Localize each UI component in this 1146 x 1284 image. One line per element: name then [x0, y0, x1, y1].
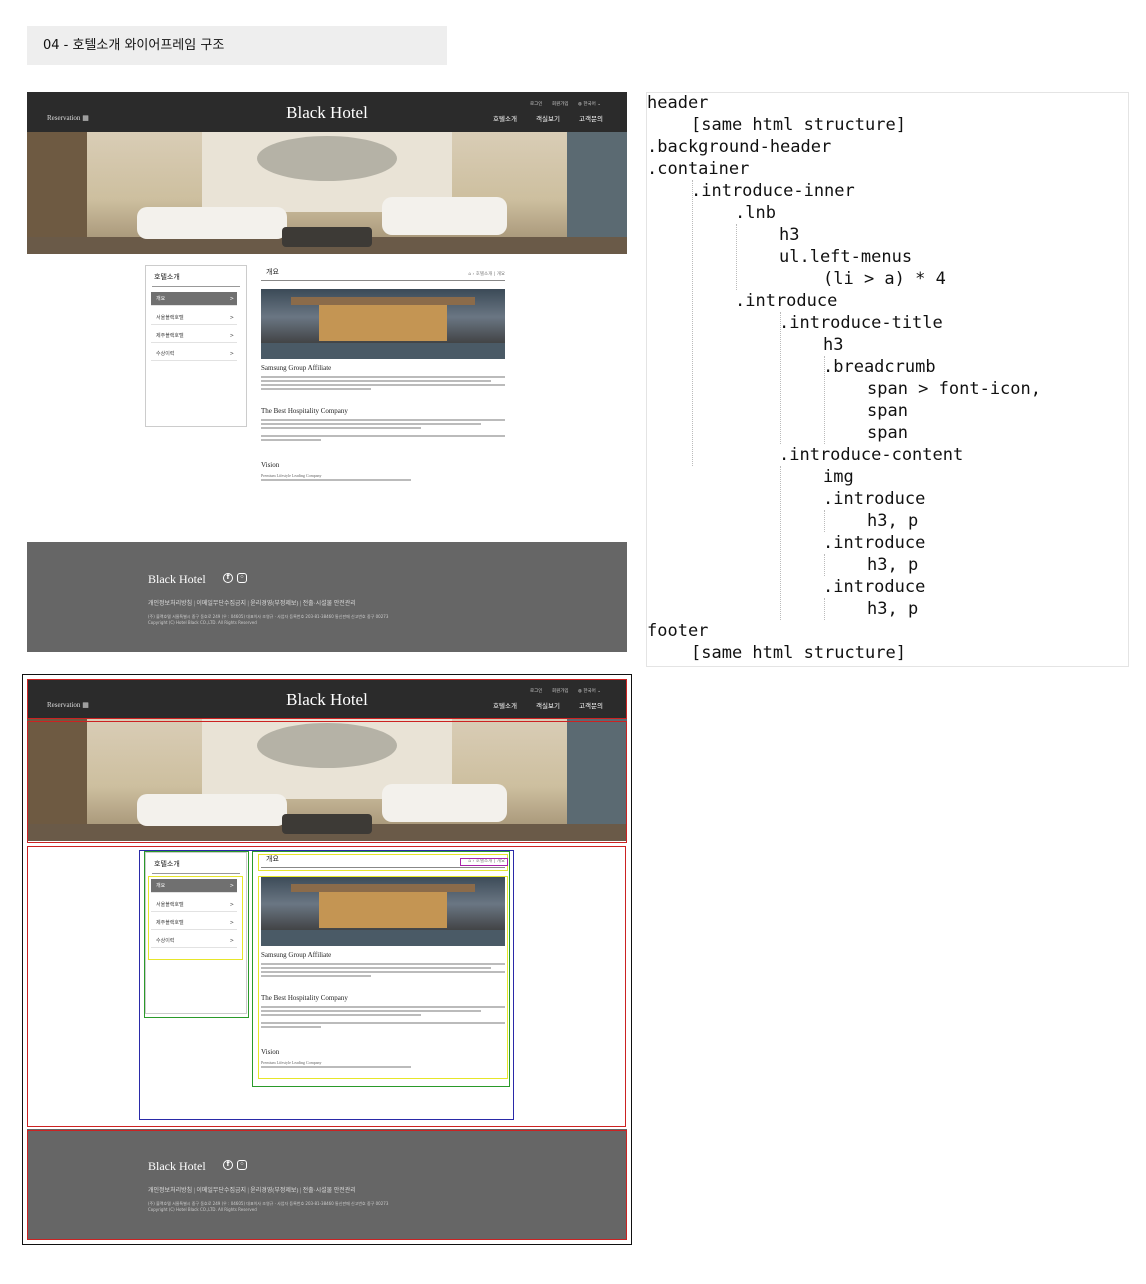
lnb-item-seoul[interactable]: 서울블랙호텔 > [151, 311, 237, 325]
code-line: .introduce [823, 577, 926, 597]
code-line: .introduce-content [779, 445, 964, 465]
code-line: .breadcrumb [823, 357, 936, 377]
home-icon: ⌂ [468, 272, 472, 277]
box-introduce-content [258, 876, 508, 1079]
instagram-icon[interactable]: ◦ [237, 573, 247, 583]
vision-subtitle: Premium Lifestyle Leading Company [261, 473, 322, 478]
lnb-item-jeju[interactable]: 제주블랙호텔 > [151, 329, 237, 343]
hero-image [27, 132, 627, 254]
facebook-icon[interactable]: f [223, 573, 233, 583]
nav-item-rooms[interactable]: 객실보기 [536, 113, 560, 123]
chevron-right-icon: > [229, 315, 234, 321]
code-line: h3 [779, 225, 800, 245]
box-background-header [27, 721, 627, 843]
box-left-menus [148, 876, 243, 960]
box-breadcrumb [460, 858, 508, 866]
code-line: h3 [823, 335, 844, 355]
site-footer: Black Hotel f ◦ 개인정보처리방침 | 이메일무단수집금지 | 윤… [27, 542, 627, 652]
indent-guide [824, 356, 825, 444]
code-line: .background-header [647, 137, 832, 157]
code-line: .introduce [735, 291, 838, 311]
code-line: footer [647, 621, 709, 641]
indent-guide [692, 180, 693, 466]
footer-address: (주) 블랙호텔 서울특별시 중구 동호로 249 (우 : 04605) 대표… [148, 614, 389, 625]
code-line: ul.left-menus [779, 247, 913, 267]
indent-guide [824, 510, 825, 532]
hotel-exterior-image [261, 289, 505, 359]
chevron-right-icon: > [229, 296, 234, 302]
footer-links[interactable]: 개인정보처리방침 | 이메일무단수집금지 | 윤리경영(부정제보) | 전출·시… [148, 598, 356, 607]
indent-guide [824, 554, 825, 576]
breadcrumb: ⌂ › 호텔소개 | 개요 [468, 272, 505, 277]
language-selector[interactable]: ◍ 한국어 ⌄ [578, 101, 601, 107]
code-line: span [867, 423, 908, 443]
code-line: img [823, 467, 854, 487]
code-line: header [647, 93, 709, 113]
indent-guide [780, 312, 781, 444]
join-link[interactable]: 회원가입 [552, 101, 569, 107]
indent-guide [824, 598, 825, 620]
indent-guide [780, 466, 781, 620]
section-heading-vision: Vision [261, 461, 280, 469]
code-line: [same html structure] [691, 115, 906, 135]
nav-item-about[interactable]: 호텔소개 [493, 113, 517, 123]
login-link[interactable]: 로그인 [530, 101, 542, 107]
code-line: .introduce-title [779, 313, 943, 333]
diagram-title: 04 - 호텔소개 와이어프레임 구조 [27, 26, 447, 65]
code-line: .lnb [735, 203, 776, 223]
lnb-item-overview[interactable]: 개요 > [151, 292, 237, 306]
code-line: span [867, 401, 908, 421]
box-header [27, 679, 627, 719]
code-line: h3, p [867, 555, 919, 575]
code-line: [same html structure] [691, 643, 906, 663]
wireframe-mockup: Reservation ▦ Black Hotel 로그인 회원가입 ◍ 한국어… [27, 92, 627, 652]
introduce-title: 개요 [266, 268, 279, 276]
nav-item-contact[interactable]: 고객문의 [579, 113, 603, 123]
code-line: .introduce [823, 489, 926, 509]
code-line: h3, p [867, 599, 919, 619]
footer-logo: Black Hotel [148, 572, 206, 586]
section-heading-hospitality: The Best Hospitality Company [261, 407, 348, 415]
code-line: .introduce [823, 533, 926, 553]
section-heading-affiliate: Samsung Group Affiliate [261, 364, 332, 372]
lnb-sidebar: 호텔소개 개요 > 서울블랙호텔 > 제주블랙호텔 > 수상이력 > [145, 265, 247, 427]
introduce-section: 개요 ⌂ › 호텔소개 | 개요 Samsung Group Affiliate… [261, 267, 505, 507]
box-footer [27, 1130, 627, 1240]
lnb-title: 호텔소개 [154, 273, 180, 281]
code-line: h3, p [867, 511, 919, 531]
chevron-right-icon: > [229, 351, 234, 357]
lnb-item-awards[interactable]: 수상이력 > [151, 347, 237, 361]
structure-code-panel: header [same html structure] .background-h… [646, 92, 1129, 667]
chevron-right-icon: > [229, 333, 234, 339]
code-line: span > font-icon, [867, 379, 1041, 399]
indent-guide [736, 224, 737, 290]
site-header: Reservation ▦ Black Hotel 로그인 회원가입 ◍ 한국어… [27, 92, 627, 132]
code-line: (li > a) * 4 [823, 269, 946, 289]
code-line: .container [647, 159, 750, 179]
code-line: .introduce-inner [691, 181, 855, 201]
